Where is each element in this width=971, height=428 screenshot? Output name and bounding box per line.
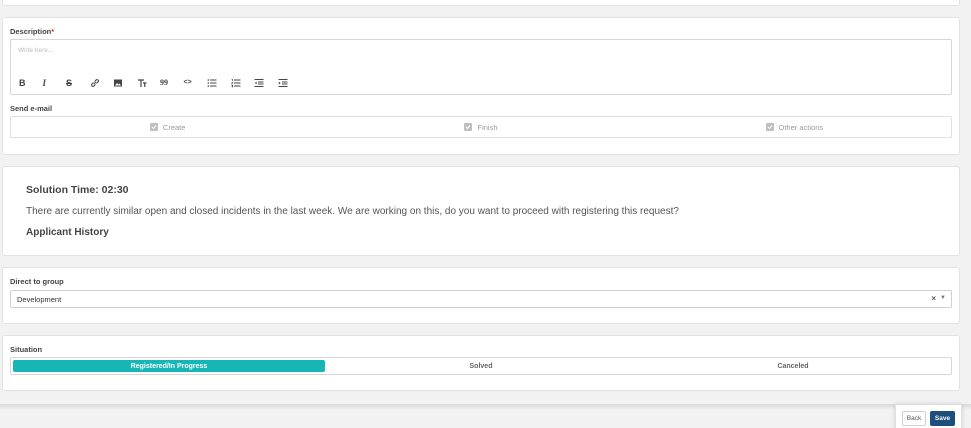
chevron-down-icon[interactable]: ▼ bbox=[940, 295, 946, 301]
bold-icon: B bbox=[19, 78, 26, 88]
back-button[interactable]: Back bbox=[902, 411, 926, 426]
solution-info-card: Solution Time: 02:30 There are currently… bbox=[2, 166, 960, 256]
previous-section-card bbox=[2, 0, 960, 6]
form-actions: Back Save bbox=[895, 404, 962, 428]
bullet-list-icon bbox=[207, 79, 217, 87]
checkbox-checked-icon[interactable] bbox=[765, 123, 774, 131]
code-button[interactable]: <> bbox=[184, 77, 208, 89]
email-option-label: Finish bbox=[477, 122, 498, 132]
indent-icon bbox=[278, 79, 287, 87]
checkbox-checked-icon[interactable] bbox=[464, 123, 473, 131]
image-icon bbox=[114, 79, 122, 87]
bullet-list-button[interactable] bbox=[207, 77, 231, 89]
similar-incidents-message: There are currently similar open and clo… bbox=[26, 206, 679, 217]
bold-button[interactable]: B bbox=[19, 77, 43, 89]
strikethrough-button[interactable]: S bbox=[66, 77, 90, 89]
applicant-history-heading[interactable]: Applicant History bbox=[26, 227, 109, 238]
email-option-label: Create bbox=[162, 122, 186, 132]
situation-card: Situation Registered/In Progress Solved … bbox=[2, 335, 960, 391]
email-option-other-actions[interactable]: Other actions bbox=[638, 117, 951, 137]
checkbox-checked-icon[interactable] bbox=[149, 123, 158, 131]
numbered-list-button[interactable] bbox=[230, 77, 255, 89]
numbered-list-icon bbox=[230, 79, 240, 88]
footer-shadow bbox=[0, 404, 971, 410]
description-card: Description* Write here... B I S 99 <> S… bbox=[2, 17, 960, 155]
email-option-label: Other actions bbox=[778, 122, 824, 132]
quote-icon: 99 bbox=[160, 78, 168, 87]
strikethrough-icon: S bbox=[66, 78, 73, 88]
situation-option-canceled[interactable]: Canceled bbox=[637, 360, 949, 372]
solution-time: Solution Time: 02:30 bbox=[26, 184, 129, 196]
send-email-label: Send e-mail bbox=[10, 104, 53, 113]
text-size-icon bbox=[137, 79, 146, 87]
code-icon: <> bbox=[183, 79, 192, 86]
situation-label: Situation bbox=[10, 345, 43, 354]
email-option-finish[interactable]: Finish bbox=[324, 117, 637, 137]
outdent-icon bbox=[254, 79, 264, 87]
clear-icon[interactable]: × bbox=[931, 294, 936, 303]
indent-button[interactable] bbox=[278, 77, 302, 89]
direct-group-select[interactable]: Development × ▼ bbox=[10, 290, 952, 308]
situation-segmented-control: Registered/In Progress Solved Canceled bbox=[10, 357, 952, 375]
image-button[interactable] bbox=[113, 77, 137, 89]
direct-group-card: Direct to group Development × ▼ bbox=[2, 267, 960, 324]
description-label: Description* bbox=[10, 27, 55, 36]
description-editor[interactable]: Write here... B I S 99 <> bbox=[10, 39, 952, 95]
save-button[interactable]: Save bbox=[930, 411, 955, 426]
link-button[interactable] bbox=[90, 77, 114, 89]
italic-button[interactable]: I bbox=[43, 77, 67, 89]
link-icon bbox=[90, 79, 99, 87]
direct-group-value: Development bbox=[17, 295, 62, 304]
send-email-options: Create Finish Other actions bbox=[10, 116, 952, 138]
outdent-button[interactable] bbox=[254, 77, 278, 89]
required-mark: * bbox=[51, 27, 55, 36]
text-size-button[interactable] bbox=[137, 77, 161, 89]
quote-button[interactable]: 99 bbox=[160, 77, 184, 89]
direct-group-label: Direct to group bbox=[10, 277, 64, 286]
italic-icon: I bbox=[42, 78, 47, 88]
email-option-create[interactable]: Create bbox=[11, 117, 324, 137]
editor-toolbar: B I S 99 <> bbox=[19, 77, 301, 89]
description-placeholder: Write here... bbox=[18, 47, 54, 54]
situation-option-solved[interactable]: Solved bbox=[325, 360, 637, 372]
situation-option-registered[interactable]: Registered/In Progress bbox=[13, 360, 325, 372]
